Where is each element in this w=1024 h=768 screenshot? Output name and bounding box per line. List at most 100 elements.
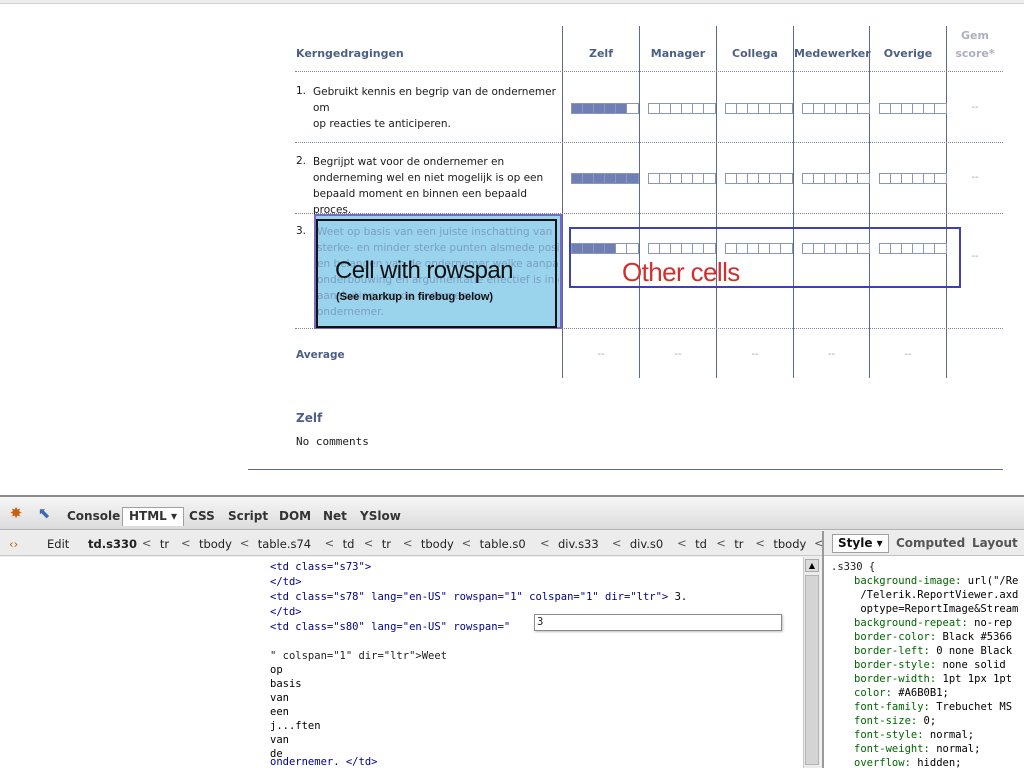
tab-yslow[interactable]: YSlow <box>360 509 401 523</box>
question-line: Gebruikt kennis en begrip van de onderne… <box>313 86 556 114</box>
css-selector[interactable]: .s330 { <box>831 561 875 573</box>
side-tab-layout[interactable]: Layout <box>972 536 1018 550</box>
side-tab-style-label: Style <box>838 536 873 550</box>
rating-segment <box>814 174 825 183</box>
css-declaration[interactable]: font-weight: normal; <box>854 743 980 755</box>
dropdown-arrow-icon: ▾ <box>171 509 178 523</box>
breadcrumb-item[interactable]: tr <box>160 537 169 551</box>
css-declaration[interactable]: overflow: hidden; <box>854 757 962 768</box>
tab-net[interactable]: Net <box>323 509 347 523</box>
average-value: -- <box>751 349 759 360</box>
breadcrumb-item[interactable]: td.s330 <box>88 537 137 551</box>
breadcrumb-item[interactable]: td <box>343 537 355 551</box>
tab-script[interactable]: Script <box>228 509 268 523</box>
firebug-bug-icon[interactable]: ✸ <box>6 503 26 523</box>
source-line[interactable]: <td class="s73"> <box>270 561 371 573</box>
breadcrumb-item[interactable]: table.s74 <box>258 537 311 551</box>
scrollbar[interactable]: ▲ <box>803 557 820 768</box>
rating-segment <box>726 174 737 183</box>
source-text-line[interactable]: van <box>270 734 289 746</box>
rating-segment <box>858 104 869 113</box>
source-line[interactable]: </td> <box>270 606 302 618</box>
rating-segment <box>748 104 759 113</box>
row-divider <box>295 71 1003 72</box>
css-declaration[interactable]: optype=ReportImage&Stream <box>854 603 1018 615</box>
rating-segment <box>649 174 660 183</box>
source-line[interactable]: ondernemer. </td> <box>270 756 377 768</box>
rating-segment <box>814 104 825 113</box>
source-text-line[interactable]: j...ften <box>270 720 321 732</box>
tab-css[interactable]: CSS <box>189 509 215 523</box>
breadcrumb-separator: < <box>324 536 335 550</box>
breadcrumb-separator: < <box>716 536 726 550</box>
css-declaration[interactable]: color: #A6B0B1; <box>854 687 949 699</box>
question-line: onderneming wel en niet mogelijk is op e… <box>313 172 544 184</box>
source-text-line[interactable]: basis <box>270 678 302 690</box>
css-declaration[interactable]: font-family: Trebuchet MS <box>854 701 1012 713</box>
source-text-line[interactable]: van <box>270 692 289 704</box>
side-tab-style[interactable]: Style ▾ <box>832 534 889 553</box>
tab-html-label: HTML <box>129 509 167 523</box>
breadcrumb-item[interactable]: div.s33 <box>558 537 599 551</box>
breadcrumb-item[interactable]: tbody <box>773 537 806 551</box>
css-declaration[interactable]: font-size: 0; <box>854 715 936 727</box>
question-number: 3. <box>296 225 307 237</box>
row-divider <box>295 142 1003 143</box>
attribute-edit-input[interactable]: 3 <box>534 614 782 631</box>
tab-html[interactable]: HTML ▾ <box>122 507 185 526</box>
edit-button[interactable]: Edit <box>47 537 69 551</box>
breadcrumb-item[interactable]: tbody <box>199 537 232 551</box>
rating-bar <box>879 173 947 184</box>
css-declaration[interactable]: border-color: Black #5366 <box>854 631 1012 643</box>
source-text-line[interactable]: een <box>270 706 289 718</box>
rating-bar <box>648 173 716 184</box>
breadcrumb-item[interactable]: tr <box>382 537 391 551</box>
source-line[interactable]: <td class="s78" lang="en-US" rowspan="1"… <box>270 591 687 603</box>
breadcrumb-separator: < <box>755 536 765 550</box>
css-value: #A6B0B1; <box>898 687 949 699</box>
rating-segment <box>825 104 836 113</box>
rating-segment <box>572 174 583 183</box>
rating-segment <box>847 104 858 113</box>
rating-bar <box>725 173 793 184</box>
rating-segment <box>891 104 902 113</box>
css-property: border-style: <box>854 659 937 671</box>
css-declaration[interactable]: border-style: none solid <box>854 659 1006 671</box>
source-text-line[interactable]: op <box>270 664 283 676</box>
breadcrumb-item[interactable]: table.s0 <box>480 537 526 551</box>
css-declaration[interactable]: background-image: url("/Re <box>854 575 1018 587</box>
css-value: /Telerik.ReportViewer.axd <box>860 589 1019 601</box>
css-value: no-rep <box>974 617 1013 629</box>
tab-console[interactable]: Console <box>67 509 120 523</box>
rating-segment <box>737 104 748 113</box>
inspect-icon[interactable]: ⬉ <box>34 503 54 523</box>
css-declaration[interactable]: border-left: 0 none Black <box>854 645 1012 657</box>
column-divider <box>793 26 794 378</box>
source-line[interactable]: </td> <box>270 576 302 588</box>
css-value: Trebuchet MS <box>936 701 1013 713</box>
rating-bar <box>725 103 793 114</box>
breadcrumb-item[interactable]: tr <box>734 537 743 551</box>
breadcrumb-separator: < <box>239 536 250 550</box>
header-manager: Manager <box>650 47 706 60</box>
tab-dom[interactable]: DOM <box>279 509 311 523</box>
rating-segment <box>924 104 935 113</box>
breadcrumb-item[interactable]: div.s0 <box>630 537 663 551</box>
css-declaration[interactable]: font-style: normal; <box>854 729 974 741</box>
rating-segment <box>924 174 935 183</box>
side-tab-computed[interactable]: Computed <box>896 536 965 550</box>
breadcrumb-item[interactable]: td <box>695 537 707 551</box>
scroll-thumb[interactable] <box>805 575 819 765</box>
rating-segment <box>583 104 594 113</box>
css-property: overflow: <box>854 757 911 768</box>
css-declaration[interactable]: /Telerik.ReportViewer.axd <box>854 589 1018 601</box>
tag-icon[interactable]: ‹› <box>9 537 18 551</box>
source-line[interactable]: " colspan="1" dir="ltr">Weet <box>270 650 447 662</box>
rating-segment <box>781 174 792 183</box>
scroll-up-icon[interactable]: ▲ <box>805 559 819 572</box>
source-line[interactable]: <td class="s80" lang="en-US" rowspan=" <box>270 621 510 633</box>
css-declaration[interactable]: background-repeat: no-rep <box>854 617 1012 629</box>
breadcrumb-item[interactable]: tbody <box>421 537 454 551</box>
rating-segment <box>616 174 627 183</box>
css-declaration[interactable]: border-width: 1pt 1px 1pt <box>854 673 1012 685</box>
